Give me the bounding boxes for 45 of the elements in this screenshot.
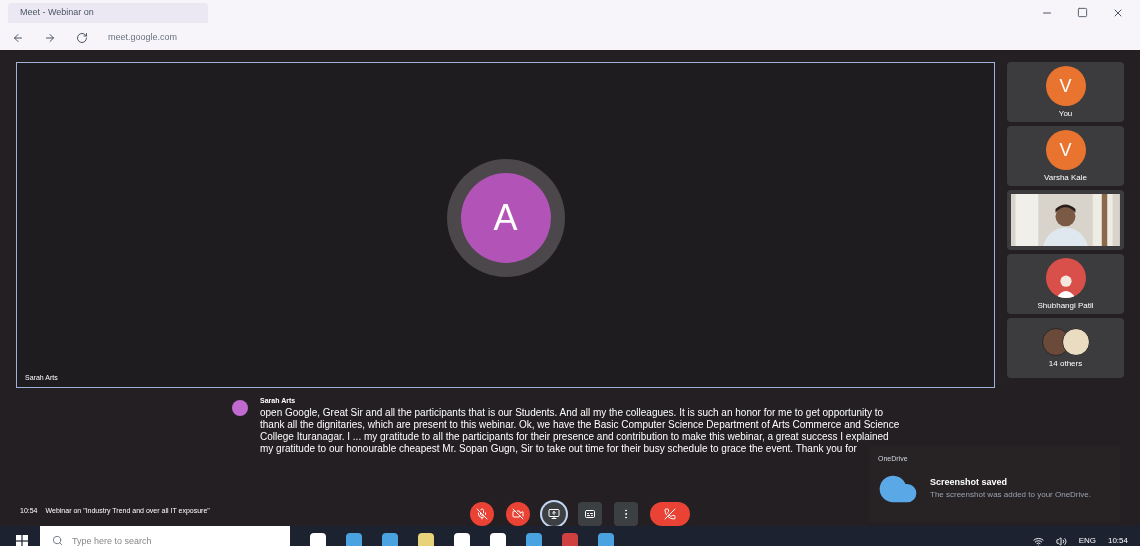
address-bar[interactable]: meet.google.com bbox=[108, 27, 1128, 48]
taskbar-app-icon[interactable] bbox=[382, 533, 398, 546]
present-button[interactable] bbox=[542, 502, 566, 526]
taskbar-app-icon[interactable] bbox=[562, 533, 578, 546]
forward-icon[interactable] bbox=[44, 31, 56, 44]
microphone-button[interactable] bbox=[470, 502, 494, 526]
taskbar-clock[interactable]: 10:54 bbox=[1107, 535, 1128, 546]
language-indicator[interactable]: ENG bbox=[1078, 535, 1096, 546]
screen-share-icon bbox=[548, 508, 560, 520]
taskbar-app-icon[interactable] bbox=[526, 533, 542, 546]
avatar: A bbox=[446, 158, 565, 277]
notification-body: The screenshot was added to your OneDrive. bbox=[930, 489, 1091, 502]
taskbar-app-icon[interactable] bbox=[598, 533, 614, 546]
notification-title: Screenshot saved bbox=[930, 475, 1009, 489]
windows-logo-icon[interactable] bbox=[16, 535, 28, 546]
taskbar-app-icon[interactable] bbox=[418, 533, 434, 546]
taskbar-search-field[interactable]: Type here to search bbox=[40, 526, 290, 546]
captions-icon bbox=[584, 508, 596, 520]
tab-title: Meet - Webinar on bbox=[20, 5, 94, 19]
volume-icon[interactable] bbox=[1055, 535, 1067, 546]
participant-name: You bbox=[1058, 110, 1073, 118]
captions-button[interactable] bbox=[578, 502, 602, 526]
camera-off-icon bbox=[512, 508, 524, 520]
taskbar-app-icon[interactable] bbox=[310, 533, 326, 546]
leave-call-button[interactable] bbox=[650, 502, 690, 526]
taskbar-app-icon[interactable] bbox=[490, 533, 506, 546]
maximize-icon[interactable] bbox=[1077, 6, 1088, 18]
search-icon bbox=[52, 535, 63, 546]
camera-button[interactable] bbox=[506, 502, 530, 526]
phone-hangup-icon bbox=[664, 508, 676, 520]
taskbar-app-icon[interactable] bbox=[454, 533, 470, 546]
browser-tab[interactable]: Meet - Webinar on bbox=[8, 2, 208, 23]
participant-name: 14 others bbox=[1048, 360, 1083, 368]
reload-icon[interactable] bbox=[76, 31, 88, 44]
avatar: V bbox=[1045, 66, 1086, 106]
avatar bbox=[1061, 328, 1090, 356]
caption-text: open Google, Great Sir and all the participants that is our Students. And all my the colleagues. It is such an honor for me to get opportunity to thank all the dignitaries, which are present to this webinar. Ok, we have the Basic Computer Science Department of Arts Commerce and Science College Ituranagar. I ... my gratitude to all the participants for their presence and contribution to make this webinar, a great success I explained my gratitude to our honourable cheapest Mr. Sopan Gugn, Sir to take out time for their busy schedule to grace the event. Thank you for bbox=[260, 406, 900, 455]
avatar: V bbox=[1045, 130, 1086, 170]
taskbar-app-icon[interactable] bbox=[346, 533, 362, 546]
participant-name: Shubhangi Patil bbox=[1037, 302, 1094, 310]
avatar bbox=[232, 400, 248, 416]
microphone-off-icon bbox=[476, 508, 488, 520]
participant-name: Varsha Kale bbox=[1044, 174, 1088, 182]
wifi-icon[interactable] bbox=[1032, 535, 1044, 546]
back-icon[interactable] bbox=[12, 31, 24, 44]
